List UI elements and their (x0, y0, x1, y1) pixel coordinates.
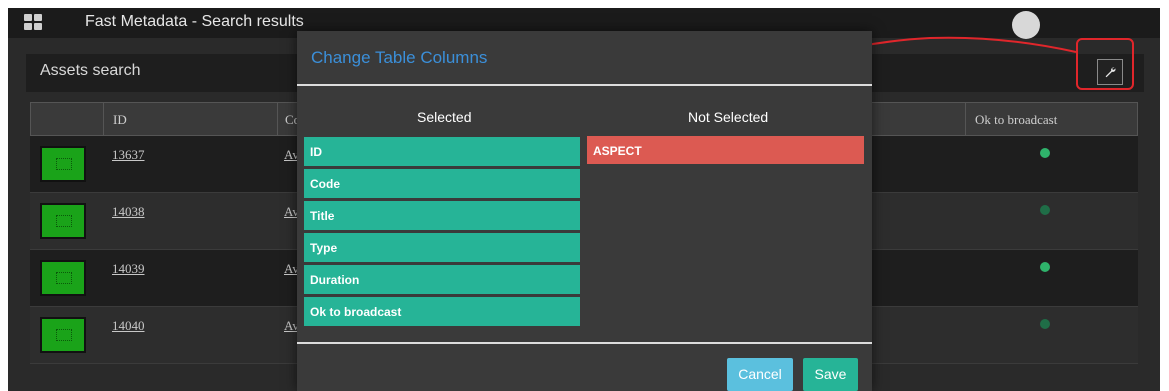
asset-id-link[interactable]: 14039 (112, 261, 145, 277)
divider (297, 84, 872, 86)
selected-column-item[interactable]: Title (304, 201, 580, 230)
asset-thumbnail[interactable] (40, 203, 86, 239)
check-circle-icon (1040, 319, 1050, 329)
asset-thumbnail[interactable] (40, 146, 86, 182)
selected-column-item[interactable]: Code (304, 169, 580, 198)
column-header-id[interactable]: ID (113, 112, 127, 128)
not-selected-column-item[interactable]: ASPECT (587, 136, 864, 164)
dialog-title: Change Table Columns (311, 48, 488, 67)
app-title: Fast Metadata - Search results (85, 13, 304, 30)
assets-search-title: Assets search (40, 62, 141, 79)
selected-column-item[interactable]: Duration (304, 265, 580, 294)
selected-column-item[interactable]: Type (304, 233, 580, 262)
selected-header: Selected (417, 109, 472, 125)
change-columns-dialog: Change Table Columns Selected Not Select… (297, 31, 872, 391)
check-circle-icon (1040, 205, 1050, 215)
avatar[interactable] (1012, 11, 1040, 39)
check-circle-icon (1040, 262, 1050, 272)
check-circle-icon (1040, 148, 1050, 158)
asset-id-link[interactable]: 13637 (112, 147, 145, 163)
selected-column-item[interactable]: ID (304, 137, 580, 166)
grid-icon[interactable] (24, 14, 44, 32)
asset-thumbnail[interactable] (40, 317, 86, 353)
save-button[interactable]: Save (803, 358, 858, 391)
annotation-highlight-box (1076, 38, 1134, 90)
cancel-button[interactable]: Cancel (727, 358, 793, 391)
not-selected-header: Not Selected (688, 109, 769, 125)
asset-id-link[interactable]: 14040 (112, 318, 145, 334)
asset-id-link[interactable]: 14038 (112, 204, 145, 220)
divider (297, 342, 872, 344)
asset-thumbnail[interactable] (40, 260, 86, 296)
selected-column-item[interactable]: Ok to broadcast (304, 297, 580, 326)
column-header-ok-to-broadcast[interactable]: Ok to broadcast (975, 112, 1057, 128)
